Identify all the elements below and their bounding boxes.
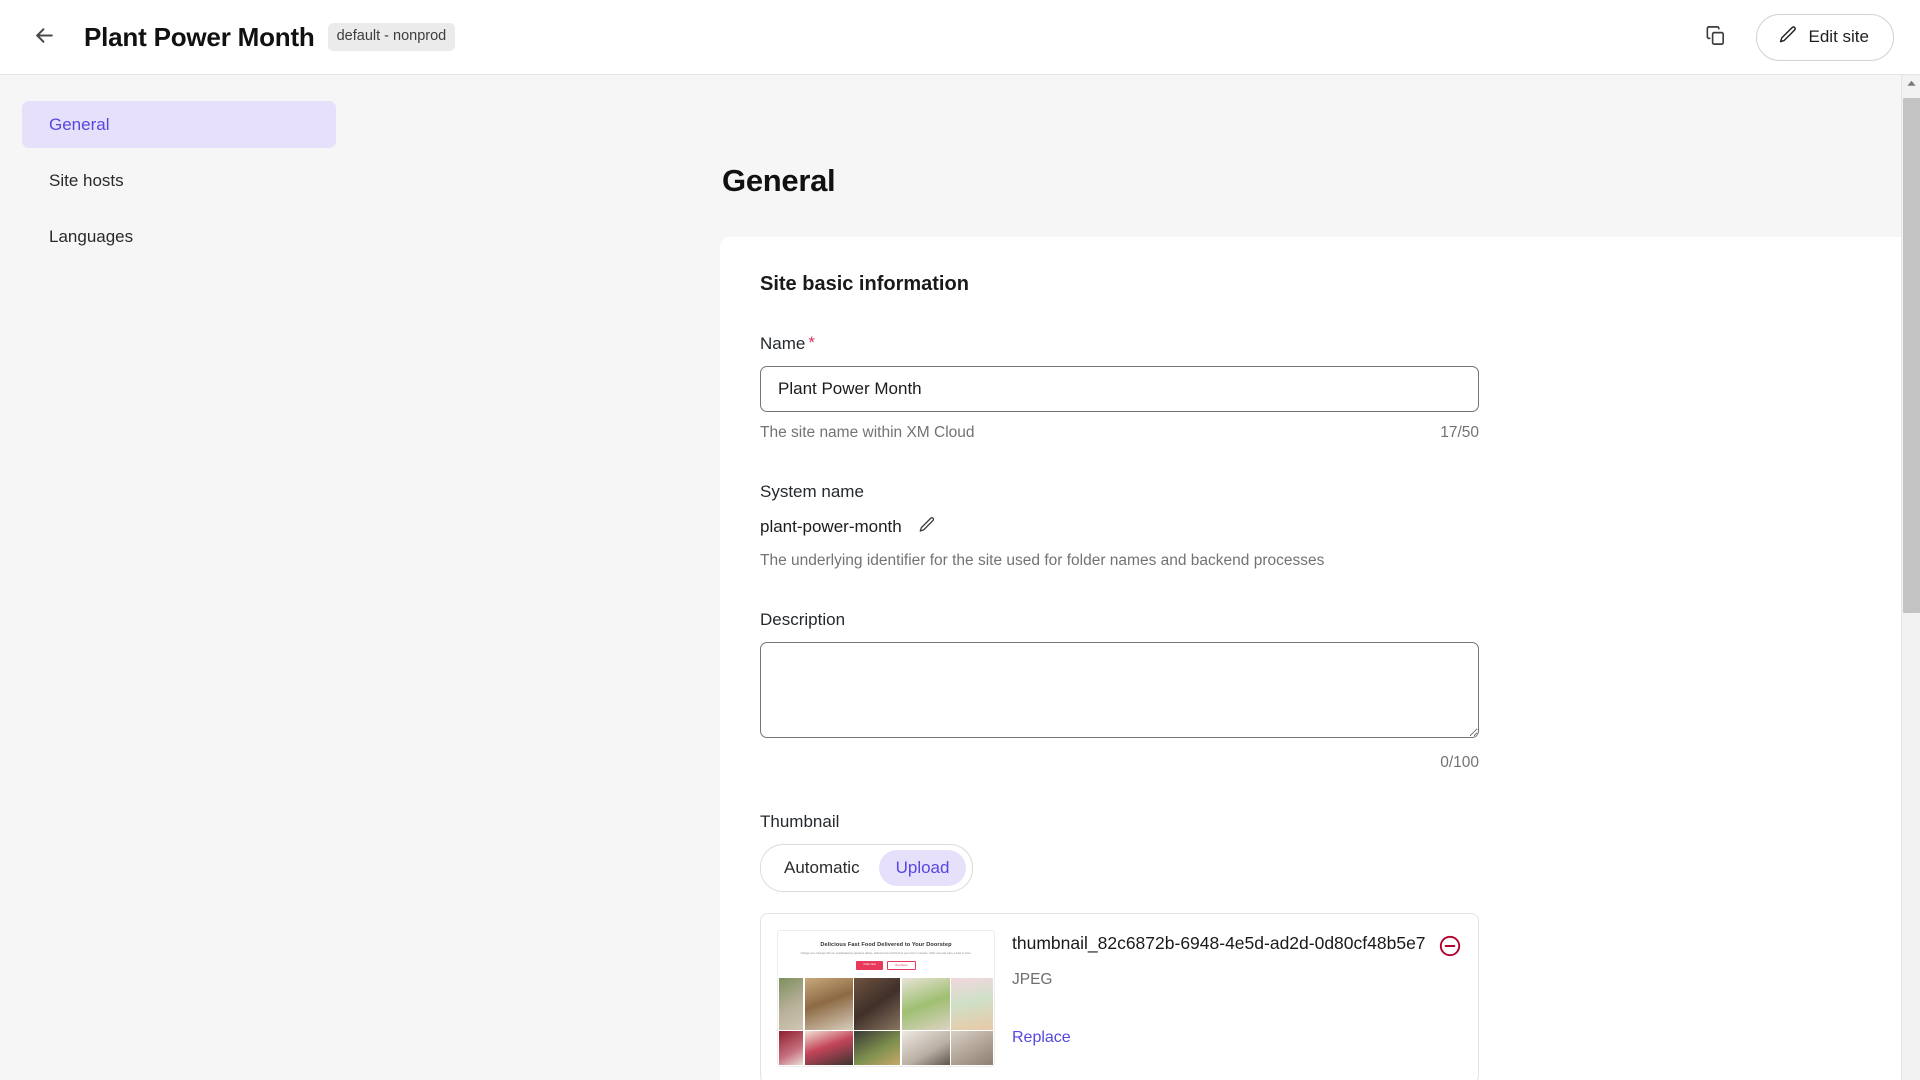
thumbnail-file-name: thumbnail_82c6872b-6948-4e5d-ad2d-0d80cf…	[1012, 933, 1426, 953]
thumbnail-label-text: Thumbnail	[760, 812, 840, 831]
photo-tile	[854, 1031, 901, 1065]
arrow-left-icon	[32, 23, 57, 51]
thumbnail-file-card: Delicious Fast Food Delivered to Your Do…	[760, 913, 1479, 1080]
thumbnail-preview-headline: Delicious Fast Food Delivered to Your Do…	[820, 942, 952, 948]
app-root: Plant Power Month default - nonprod Edit…	[0, 0, 1920, 1080]
sidebar-item-label: Site hosts	[49, 170, 124, 190]
edit-system-name-button[interactable]	[916, 514, 938, 539]
back-button[interactable]	[24, 17, 64, 57]
photo-tile	[901, 1031, 950, 1065]
thumbnail-preview-image: Delicious Fast Food Delivered to Your Do…	[777, 930, 995, 1067]
photo-tile	[779, 1031, 804, 1065]
system-name-field-group: System name plant-power-month The underl…	[760, 482, 1920, 570]
photo-tile	[951, 977, 993, 1030]
copy-icon	[1704, 24, 1727, 50]
thumbnail-preview-hero: Delicious Fast Food Delivered to Your Do…	[778, 931, 994, 978]
main-content-scroll: General Site basic information Name * Pl…	[358, 75, 1920, 1080]
thumbnail-preview-buttons: Order Now View Menu	[786, 960, 986, 970]
description-label-text: Description	[760, 610, 846, 629]
system-name-row: plant-power-month	[760, 514, 1920, 539]
name-field-group: Name * The site name within XM Cloud 17/…	[760, 334, 1920, 442]
copy-button[interactable]	[1696, 17, 1736, 57]
name-helper-row: The site name within XM Cloud 17/50	[760, 424, 1479, 442]
page-title: Plant Power Month	[84, 21, 315, 52]
environment-badge: default - nonprod	[327, 23, 456, 51]
photo-tile	[951, 1031, 993, 1065]
scrollbar-thumb[interactable]	[1902, 98, 1920, 613]
system-name-value: plant-power-month	[760, 516, 902, 536]
segment-label: Automatic	[784, 858, 860, 877]
name-input[interactable]	[760, 366, 1479, 412]
system-name-helper-text: The underlying identifier for the site u…	[760, 552, 1325, 569]
edit-site-label: Edit site	[1808, 27, 1869, 46]
photo-tile	[854, 977, 901, 1030]
name-label: Name *	[760, 334, 1920, 354]
photo-tile	[804, 977, 853, 1030]
edit-site-button[interactable]: Edit site	[1755, 13, 1894, 61]
thumbnail-preview-secondary-button: View Menu	[886, 960, 916, 970]
pencil-icon	[1778, 25, 1798, 50]
system-name-label: System name	[760, 482, 1920, 502]
section-heading: General	[722, 163, 836, 198]
sidebar-item-site-hosts[interactable]: Site hosts	[22, 157, 336, 204]
description-label: Description	[760, 610, 1920, 630]
scrollbar-track[interactable]	[1902, 94, 1920, 1080]
thumbnail-field-group: Thumbnail Automatic Upload Delicious Fas…	[760, 812, 1920, 1080]
name-counter: 17/50	[1440, 424, 1479, 441]
name-label-text: Name	[760, 334, 806, 353]
name-helper-text: The site name within XM Cloud	[760, 424, 975, 441]
sidebar-item-label: Languages	[49, 226, 134, 246]
segment-label: Upload	[895, 858, 950, 877]
remove-thumbnail-button[interactable]	[1438, 934, 1462, 961]
description-counter: 0/100	[1440, 754, 1479, 771]
description-field-group: Description 0/100	[760, 610, 1920, 772]
thumbnail-file-meta: thumbnail_82c6872b-6948-4e5d-ad2d-0d80cf…	[1012, 930, 1462, 1067]
sidebar-item-languages[interactable]: Languages	[22, 213, 336, 260]
vertical-scrollbar[interactable]	[1901, 75, 1920, 1080]
required-marker: *	[808, 333, 815, 352]
photo-tile	[804, 1031, 853, 1065]
thumbnail-preview-photo-grid	[778, 977, 994, 1066]
photo-tile	[779, 977, 804, 1030]
content-column: General Site basic information Name * Pl…	[720, 163, 1920, 1080]
settings-sidebar: General Site hosts Languages	[0, 75, 358, 1080]
body-row: General Site hosts Languages General Sit…	[0, 75, 1920, 1080]
pencil-icon	[918, 516, 936, 537]
card-title: Site basic information	[760, 273, 969, 295]
thumbnail-file-name-row: thumbnail_82c6872b-6948-4e5d-ad2d-0d80cf…	[1012, 933, 1462, 961]
thumbnail-mode-segmented-control: Automatic Upload	[760, 844, 974, 892]
scroll-up-button[interactable]	[1902, 75, 1920, 94]
sidebar-item-general[interactable]: General	[22, 101, 336, 148]
thumbnail-file-type: JPEG	[1012, 971, 1053, 988]
thumbnail-preview-subtext: Indulge your cravings with our mouthwate…	[800, 952, 972, 955]
minus-circle-icon	[1438, 934, 1462, 961]
site-basic-information-card: Site basic information Name * The site n…	[720, 237, 1920, 1080]
thumbnail-mode-upload[interactable]: Upload	[878, 850, 967, 886]
description-textarea[interactable]	[760, 642, 1479, 738]
replace-thumbnail-link[interactable]: Replace	[1012, 1029, 1071, 1047]
thumbnail-preview-primary-button: Order Now	[856, 960, 883, 970]
system-name-label-text: System name	[760, 482, 864, 501]
photo-tile	[901, 977, 950, 1030]
thumbnail-label: Thumbnail	[760, 812, 1920, 832]
thumbnail-mode-automatic[interactable]: Automatic	[767, 850, 877, 886]
top-bar: Plant Power Month default - nonprod Edit…	[0, 0, 1920, 75]
topbar-actions: Edit site	[1696, 13, 1894, 61]
chevron-up-icon	[1906, 76, 1917, 94]
title-group: Plant Power Month default - nonprod	[84, 21, 456, 53]
main-inner: General Site basic information Name * Pl…	[358, 75, 1920, 1080]
sidebar-item-label: General	[49, 114, 110, 134]
